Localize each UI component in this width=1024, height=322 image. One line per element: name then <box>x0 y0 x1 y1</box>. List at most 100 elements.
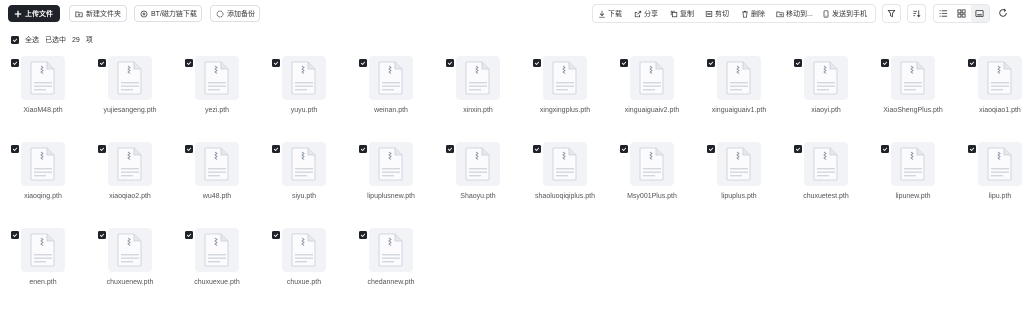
copy-button[interactable]: 复制 <box>670 6 694 21</box>
move-to-button[interactable]: 移动到... <box>776 6 813 21</box>
upload-button[interactable]: 上传文件 <box>8 5 60 22</box>
check-icon <box>186 61 192 66</box>
check-icon <box>621 147 627 152</box>
file-item[interactable]: yujiesangeng.pth <box>87 50 173 132</box>
grid-view-button[interactable] <box>952 5 970 22</box>
file-checkbox[interactable] <box>533 59 541 67</box>
file-item[interactable]: xiaoqing.pth <box>0 136 86 218</box>
file-checkbox[interactable] <box>620 145 628 153</box>
file-name: xinguaiguaiv1.pth <box>711 107 767 114</box>
file-checkbox[interactable] <box>185 59 193 67</box>
file-item[interactable]: weinan.pth <box>348 50 434 132</box>
document-icon <box>291 147 316 181</box>
file-checkbox[interactable] <box>272 231 280 239</box>
file-thumbnail <box>630 142 674 186</box>
document-icon <box>117 147 142 181</box>
add-backup-button[interactable]: 添加备份 <box>210 5 260 22</box>
file-checkbox[interactable] <box>881 59 889 67</box>
file-item[interactable]: xinguaiguaiv2.pth <box>609 50 695 132</box>
file-checkbox[interactable] <box>446 59 454 67</box>
cut-button[interactable]: 剪切 <box>705 6 729 21</box>
file-item[interactable]: chuxuexue.pth <box>174 222 260 304</box>
document-icon <box>465 61 490 95</box>
file-item[interactable]: siyu.pth <box>261 136 347 218</box>
file-item[interactable]: Msy001Plus.pth <box>609 136 695 218</box>
document-icon <box>813 61 838 95</box>
new-folder-label: 新建文件夹 <box>86 10 121 18</box>
check-icon <box>99 61 105 66</box>
file-checkbox[interactable] <box>98 231 106 239</box>
file-item[interactable]: xinguaiguaiv1.pth <box>696 50 782 132</box>
file-checkbox[interactable] <box>359 145 367 153</box>
backup-icon <box>216 10 224 17</box>
file-checkbox[interactable] <box>881 145 889 153</box>
file-item[interactable]: xiaoqiao2.pth <box>87 136 173 218</box>
file-thumbnail <box>717 56 761 100</box>
send-to-phone-button[interactable]: 发送到手机 <box>822 6 867 21</box>
file-name: xiaoqiao2.pth <box>109 193 151 200</box>
file-checkbox[interactable] <box>707 145 715 153</box>
delete-button[interactable]: 删除 <box>741 6 765 21</box>
file-checkbox[interactable] <box>98 145 106 153</box>
check-icon <box>621 61 627 66</box>
file-item[interactable]: chedannew.pth <box>348 222 434 304</box>
file-item[interactable]: lipuplus.pth <box>696 136 782 218</box>
list-view-button[interactable] <box>934 5 952 22</box>
file-item[interactable]: enen.pth <box>0 222 86 304</box>
new-folder-button[interactable]: 新建文件夹 <box>69 5 127 22</box>
file-item[interactable]: XiaoM48.pth <box>0 50 86 132</box>
file-checkbox[interactable] <box>185 145 193 153</box>
file-item[interactable]: chuxuenew.pth <box>87 222 173 304</box>
file-item[interactable]: XiaoShengPlus.pth <box>870 50 956 132</box>
file-item[interactable]: Shaoyu.pth <box>435 136 521 218</box>
file-checkbox[interactable] <box>446 145 454 153</box>
file-name: shaoluoqiqiplus.pth <box>535 193 595 200</box>
file-checkbox[interactable] <box>272 59 280 67</box>
file-checkbox[interactable] <box>707 59 715 67</box>
refresh-button[interactable] <box>997 7 1009 19</box>
file-item[interactable]: shaoluoqiqiplus.pth <box>522 136 608 218</box>
file-name: siyu.pth <box>291 193 317 200</box>
file-item[interactable]: yuyu.pth <box>261 50 347 132</box>
file-item[interactable]: lipunew.pth <box>870 136 956 218</box>
file-checkbox[interactable] <box>272 145 280 153</box>
select-all-checkbox[interactable] <box>11 36 19 44</box>
share-button[interactable]: 分享 <box>634 6 658 21</box>
file-item[interactable]: xinxin.pth <box>435 50 521 132</box>
file-checkbox[interactable] <box>620 59 628 67</box>
check-icon <box>12 38 18 43</box>
file-item[interactable]: lipu.pth <box>957 136 1024 218</box>
file-name: yuyu.pth <box>290 107 318 114</box>
thumbnail-view-button[interactable] <box>970 5 989 22</box>
file-item[interactable]: yezi.pth <box>174 50 260 132</box>
bt-download-label: BT/磁力链下载 <box>151 10 197 18</box>
file-thumbnail <box>456 56 500 100</box>
file-item[interactable]: xiaoqiao1.pth <box>957 50 1024 132</box>
file-checkbox[interactable] <box>11 145 19 153</box>
file-item[interactable]: lipuplusnew.pth <box>348 136 434 218</box>
filter-button[interactable] <box>882 4 901 23</box>
file-checkbox[interactable] <box>11 59 19 67</box>
file-checkbox[interactable] <box>185 231 193 239</box>
file-name: yujiesangeng.pth <box>103 107 157 114</box>
document-icon <box>639 147 664 181</box>
sort-button[interactable] <box>907 4 926 23</box>
file-checkbox[interactable] <box>794 145 802 153</box>
document-icon <box>465 147 490 181</box>
file-checkbox[interactable] <box>359 59 367 67</box>
file-checkbox[interactable] <box>794 59 802 67</box>
file-checkbox[interactable] <box>11 231 19 239</box>
file-item[interactable]: chuxue.pth <box>261 222 347 304</box>
file-checkbox[interactable] <box>359 231 367 239</box>
file-checkbox[interactable] <box>98 59 106 67</box>
file-thumbnail <box>978 56 1022 100</box>
bt-download-button[interactable]: BT/磁力链下载 <box>134 5 202 22</box>
file-item[interactable]: wu48.pth <box>174 136 260 218</box>
file-checkbox[interactable] <box>968 59 976 67</box>
file-item[interactable]: chuxuetest.pth <box>783 136 869 218</box>
file-item[interactable]: xiaoyi.pth <box>783 50 869 132</box>
file-checkbox[interactable] <box>533 145 541 153</box>
file-item[interactable]: xingxingplus.pth <box>522 50 608 132</box>
download-button[interactable]: 下载 <box>598 6 622 21</box>
file-checkbox[interactable] <box>968 145 976 153</box>
